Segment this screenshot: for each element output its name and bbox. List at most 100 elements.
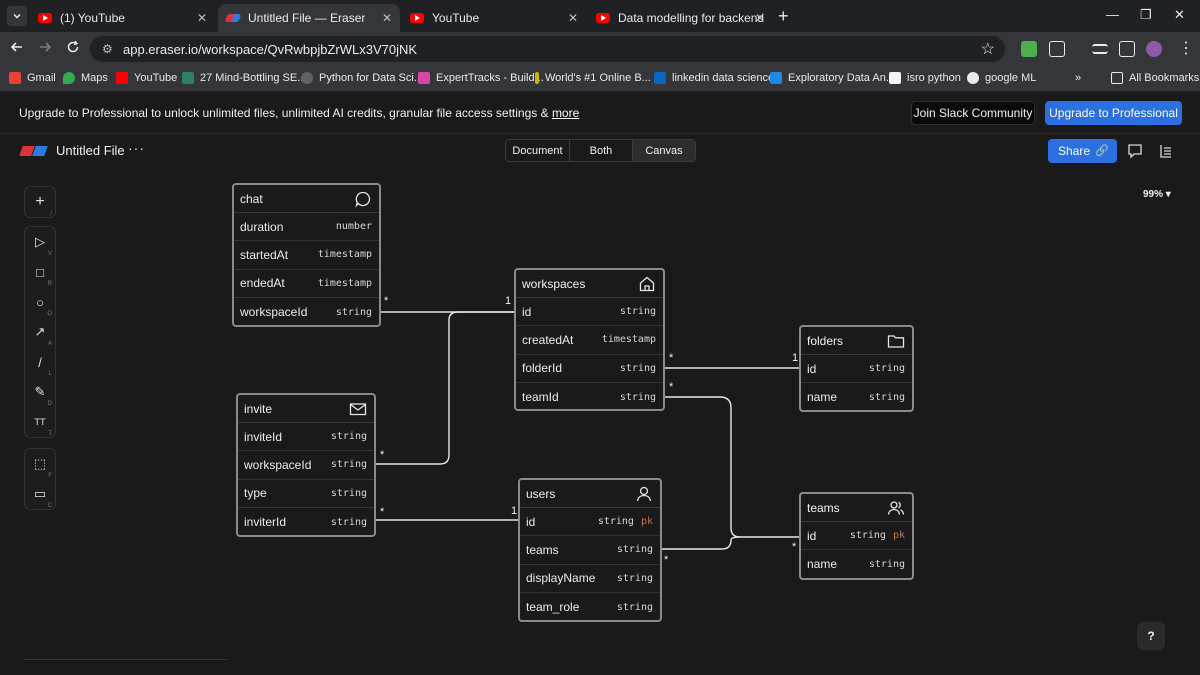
entity-header: invite [238, 395, 374, 423]
browser-tab-eraser[interactable]: Untitled File — Eraser ✕ [218, 4, 400, 32]
tab-document[interactable]: Document [506, 140, 570, 161]
draw-tool[interactable]: ✎ D [25, 377, 55, 407]
upgrade-button[interactable]: Upgrade to Professional [1045, 101, 1182, 125]
field-row[interactable]: team_role string [520, 593, 660, 621]
url-text[interactable]: app.eraser.io/workspace/QvRwbpjbZrWLx3V7… [123, 42, 417, 57]
bookmark-label: World's #1 Online B... [545, 72, 651, 84]
entity-teams[interactable]: teams id string pk name string [799, 492, 914, 580]
bookmark-star-icon[interactable]: ☆ [981, 39, 995, 59]
browser-tab-youtube-1[interactable]: (1) YouTube ✕ [30, 4, 215, 32]
bookmark-python-data-science[interactable]: Python for Data Sci... [301, 72, 423, 84]
field-row[interactable]: startedAt timestamp [234, 241, 379, 270]
restore-icon[interactable]: ❐ [1140, 7, 1152, 23]
new-tab-button[interactable]: + [778, 6, 789, 27]
site-settings-icon[interactable]: ⚙ [102, 42, 113, 56]
field-row[interactable]: id string pk [801, 522, 912, 551]
field-row[interactable]: folderId string [516, 355, 663, 383]
file-title[interactable]: Untitled File [56, 143, 125, 158]
profile-avatar[interactable] [1146, 41, 1162, 57]
bookmark-worlds-1[interactable]: World's #1 Online B... [535, 72, 651, 84]
bookmark-isro-python[interactable]: isro python [889, 72, 961, 84]
close-icon[interactable]: ✕ [755, 11, 765, 25]
ellipse-tool[interactable]: ○ O [25, 287, 55, 318]
browser-tab-youtube-2[interactable]: YouTube ✕ [402, 4, 586, 32]
field-row[interactable]: name string [801, 550, 912, 578]
comment-tool[interactable]: ▭ C [25, 479, 55, 509]
field-row[interactable]: id string pk [520, 508, 660, 537]
bookmark-google-ml[interactable]: google ML [967, 72, 1036, 84]
close-icon[interactable]: ✕ [382, 11, 392, 25]
field-name: type [244, 486, 267, 501]
browser-tab-data-modelling[interactable]: Data modelling for backend wi ✕ [588, 4, 773, 32]
field-row[interactable]: teamId string [516, 383, 663, 411]
tab-both[interactable]: Both [570, 140, 633, 161]
extension-green-icon[interactable] [1021, 41, 1037, 57]
close-icon[interactable]: ✕ [197, 11, 207, 25]
entity-chat[interactable]: chat duration number startedAt timestamp e… [232, 183, 381, 327]
browser-menu-icon[interactable]: ⋮ [1178, 38, 1194, 58]
bookmark-exploratory-data[interactable]: Exploratory Data An... [770, 72, 895, 84]
add-tool[interactable]: + / [25, 187, 55, 217]
rectangle-tool[interactable]: □ R [25, 257, 55, 288]
field-type: timestamp [601, 334, 656, 346]
select-tool[interactable]: ▷ V [25, 227, 55, 257]
field-type: string [330, 459, 367, 471]
field-name: startedAt [240, 247, 289, 262]
close-icon[interactable]: ✕ [568, 11, 578, 25]
text-tool[interactable]: TT T [25, 407, 55, 437]
field-row[interactable]: type string [238, 480, 374, 508]
forward-button[interactable] [38, 40, 52, 59]
field-row[interactable]: name string [801, 383, 912, 411]
bookmark-mind-boggling[interactable]: 27 Mind-Bottling SE... [182, 72, 306, 84]
join-slack-button[interactable]: Join Slack Community [911, 101, 1035, 125]
bookmark-maps[interactable]: Maps [63, 72, 108, 84]
extensions-icon[interactable] [1049, 41, 1065, 57]
frame-tool[interactable]: ⬚ F [25, 449, 55, 479]
back-button[interactable] [10, 40, 24, 59]
help-button[interactable]: ? [1137, 622, 1165, 650]
bookmark-youtube[interactable]: YouTube [116, 72, 177, 84]
entity-invite[interactable]: invite inviteId string workspaceId string … [236, 393, 376, 537]
bookmark-linkedin[interactable]: linkedin data science [654, 72, 774, 84]
tab-search-button[interactable] [7, 6, 27, 26]
arrow-tool[interactable]: ↗ A [25, 317, 55, 347]
zoom-level[interactable]: 99% ▾ [1143, 189, 1171, 200]
field-row[interactable]: teams string [520, 536, 660, 565]
tab-canvas[interactable]: Canvas [633, 140, 695, 161]
field-type: string pk [598, 516, 653, 527]
file-menu-button[interactable]: ··· [128, 140, 145, 156]
comments-icon[interactable] [1127, 143, 1143, 159]
tab-title: Untitled File — Eraser [248, 11, 366, 25]
entity-workspaces[interactable]: workspaces id string createdAt timestamp f… [514, 268, 665, 411]
media-control-icon[interactable] [1092, 44, 1108, 54]
window-close-icon[interactable]: ✕ [1174, 7, 1185, 23]
bookmarks-overflow-icon[interactable]: » [1075, 72, 1081, 84]
field-row[interactable]: inviteId string [238, 423, 374, 452]
bookmark-experttracks[interactable]: ExpertTracks - Build... [418, 72, 544, 84]
site-icon [967, 72, 979, 84]
bookmark-label: linkedin data science [672, 72, 775, 84]
reload-button[interactable] [66, 40, 80, 59]
bookmark-gmail[interactable]: Gmail [9, 72, 56, 84]
entity-users[interactable]: users id string pk teams string displayName… [518, 478, 662, 622]
field-row[interactable]: workspaceId string [238, 451, 374, 480]
field-row[interactable]: workspaceId string [234, 298, 379, 326]
field-row[interactable]: endedAt timestamp [234, 270, 379, 298]
entity-folders[interactable]: folders id string name string [799, 325, 914, 412]
eraser-logo[interactable] [19, 146, 48, 156]
minimize-icon[interactable]: — [1106, 7, 1119, 22]
side-panel-icon[interactable] [1119, 41, 1135, 57]
field-row[interactable]: id string [516, 298, 663, 327]
field-row[interactable]: inviterId string [238, 508, 374, 536]
export-icon[interactable] [1158, 143, 1174, 159]
field-row[interactable]: duration number [234, 213, 379, 242]
share-button[interactable]: Share 🔗 [1048, 139, 1117, 163]
field-row[interactable]: createdAt timestamp [516, 326, 663, 355]
more-link[interactable]: more [552, 106, 579, 120]
all-bookmarks[interactable]: All Bookmarks [1111, 72, 1199, 84]
line-tool[interactable]: / L [25, 347, 55, 378]
field-row[interactable]: displayName string [520, 565, 660, 593]
omnibox[interactable]: ⚙ app.eraser.io/workspace/QvRwbpjbZrWLx3… [90, 36, 1005, 62]
cardinality-marker: * [664, 554, 669, 566]
field-row[interactable]: id string [801, 355, 912, 384]
